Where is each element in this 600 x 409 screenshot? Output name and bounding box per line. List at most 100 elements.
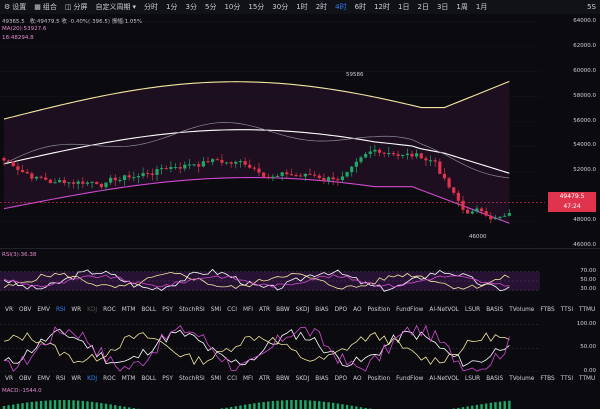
indicator-tab-tvolume[interactable]: TVolume	[506, 376, 537, 382]
interval-14[interactable]: 3日	[433, 2, 452, 12]
indicator-tab-mtm[interactable]: MTM	[119, 307, 139, 313]
indicator-tab-tvolume[interactable]: TVolume	[506, 307, 537, 313]
interval-13[interactable]: 2日	[413, 2, 432, 12]
interval-3[interactable]: 5分	[201, 2, 220, 12]
indicator-tab-kdj[interactable]: KDJ	[84, 376, 100, 382]
indicator-tab-ftbs[interactable]: FTBS	[537, 307, 557, 313]
interval-15[interactable]: 1周	[452, 2, 471, 12]
indicator-tab-lsur[interactable]: LSUR	[462, 376, 483, 382]
candle-body	[53, 182, 57, 184]
interval-11[interactable]: 12时	[370, 2, 394, 12]
bollinger-fill	[4, 81, 510, 224]
indicator-tab-mfi[interactable]: MFI	[240, 376, 256, 382]
macd-bar	[63, 400, 66, 409]
interval-12[interactable]: 1日	[394, 2, 413, 12]
indicator-tab-emv[interactable]: EMV	[34, 307, 53, 313]
settings-button[interactable]: ⚙ 设置	[0, 2, 30, 12]
interval-7[interactable]: 1时	[292, 2, 311, 12]
interval-1[interactable]: 1分	[162, 2, 181, 12]
interval-10[interactable]: 6时	[351, 2, 370, 12]
indicator-tab-wr[interactable]: WR	[68, 376, 84, 382]
combo-button[interactable]: ▦ 组合	[30, 2, 61, 12]
macd-bar	[76, 400, 80, 409]
indicator-tab-stochrsi[interactable]: StochRSI	[176, 376, 208, 382]
indicator-tab-ttmu[interactable]: TTMU	[576, 376, 598, 382]
macd-chart[interactable]	[0, 394, 540, 409]
indicator-tab-lsur[interactable]: LSUR	[462, 307, 483, 313]
indicator-tab-ttmu[interactable]: TTMU	[576, 307, 598, 313]
indicator-tab-wr[interactable]: WR	[68, 307, 84, 313]
indicator-tab-rsi[interactable]: RSI	[53, 376, 68, 382]
interval-2[interactable]: 3分	[182, 2, 201, 12]
indicator-tab-smi[interactable]: SMI	[208, 376, 224, 382]
indicator-tab-obv[interactable]: OBV	[16, 307, 34, 313]
indicator-tab-mtm[interactable]: MTM	[119, 376, 139, 382]
interval-5[interactable]: 15分	[244, 2, 268, 12]
indicator-tab-basis[interactable]: BASIS	[483, 376, 506, 382]
indicator-tab-fundflow[interactable]: FundFlow	[393, 376, 426, 382]
macd-bar	[243, 404, 247, 409]
indicator-tab-fundflow[interactable]: FundFlow	[393, 307, 426, 313]
candle-body	[34, 176, 39, 179]
indicator-tab-vr[interactable]: VR	[2, 376, 16, 382]
interval-4[interactable]: 10分	[220, 2, 244, 12]
macd-bar	[322, 401, 326, 409]
macd-bar	[489, 402, 493, 409]
indicator-tab-atr[interactable]: ATR	[256, 376, 273, 382]
indicator-tab-position[interactable]: Position	[365, 307, 394, 313]
indicator-tab-ftbs[interactable]: FTBS	[537, 376, 557, 382]
indicator-tab-roc[interactable]: ROC	[100, 376, 119, 382]
indicator-tab-bias[interactable]: BIAS	[312, 307, 331, 313]
interval-5s-button[interactable]: 5S	[583, 3, 600, 11]
indicator-tab-ttsi[interactable]: TTSI	[558, 307, 576, 313]
candle-body	[44, 177, 48, 180]
indicator-tab-psy[interactable]: PSY	[159, 307, 176, 313]
interval-16[interactable]: 1月	[472, 2, 491, 12]
indicator-tab-obv[interactable]: OBV	[16, 376, 34, 382]
indicator-tab-ai-netvol[interactable]: AI-NetVOL	[426, 376, 462, 382]
indicator-tab-dpo[interactable]: DPO	[332, 376, 351, 382]
macd-bar	[253, 403, 256, 409]
indicator-tab-cci[interactable]: CCI	[224, 376, 240, 382]
custom-period-button[interactable]: 自定义周期 ▾	[92, 2, 141, 12]
indicator-tab-atr[interactable]: ATR	[256, 307, 273, 313]
indicator-tab-psy[interactable]: PSY	[159, 376, 176, 382]
candle-body	[373, 149, 377, 152]
indicator-tab-ao[interactable]: AO	[350, 376, 364, 382]
indicator-tab-boll[interactable]: BOLL	[138, 307, 159, 313]
indicator-tab-boll[interactable]: BOLL	[138, 376, 159, 382]
indicator-tab-basis[interactable]: BASIS	[483, 307, 506, 313]
oscillator-chart[interactable]	[0, 320, 540, 372]
indicator-tab-vr[interactable]: VR	[2, 307, 16, 313]
indicator-tab-cci[interactable]: CCI	[224, 307, 240, 313]
indicator-tab-stochrsi[interactable]: StochRSI	[176, 307, 208, 313]
candle-body	[289, 174, 294, 176]
indicator-tab-dpo[interactable]: DPO	[332, 307, 351, 313]
candle-body	[252, 167, 256, 169]
rsi-chart[interactable]	[0, 258, 540, 304]
macd-bar	[90, 401, 94, 409]
interval-9[interactable]: 4时	[331, 2, 350, 12]
split-screen-button[interactable]: ◫ 分屏	[61, 2, 92, 12]
indicator-tab-ttsi[interactable]: TTSI	[558, 376, 576, 382]
candle-body	[308, 173, 312, 175]
indicator-tab-smi[interactable]: SMI	[208, 307, 224, 313]
interval-8[interactable]: 2时	[312, 2, 331, 12]
interval-0[interactable]: 分时	[140, 2, 162, 12]
indicator-tab-rsi[interactable]: RSI	[53, 307, 68, 313]
indicator-tab-kdj[interactable]: KDJ	[84, 307, 100, 313]
indicator-tab-skdj[interactable]: SKDJ	[293, 376, 313, 382]
indicator-tab-emv[interactable]: EMV	[34, 376, 53, 382]
indicator-tab-position[interactable]: Position	[365, 376, 394, 382]
indicator-tab-bbw[interactable]: BBW	[273, 376, 292, 382]
interval-6[interactable]: 30分	[268, 2, 292, 12]
candle-body	[20, 169, 25, 172]
indicator-tab-bias[interactable]: BIAS	[312, 376, 331, 382]
indicator-tab-bbw[interactable]: BBW	[273, 307, 292, 313]
indicator-tab-ai-netvol[interactable]: AI-NetVOL	[426, 307, 462, 313]
indicator-tab-ao[interactable]: AO	[350, 307, 364, 313]
indicator-tab-skdj[interactable]: SKDJ	[293, 307, 313, 313]
indicator-tab-mfi[interactable]: MFI	[240, 307, 256, 313]
indicator-tab-roc[interactable]: ROC	[100, 307, 119, 313]
price-chart[interactable]	[0, 14, 600, 246]
